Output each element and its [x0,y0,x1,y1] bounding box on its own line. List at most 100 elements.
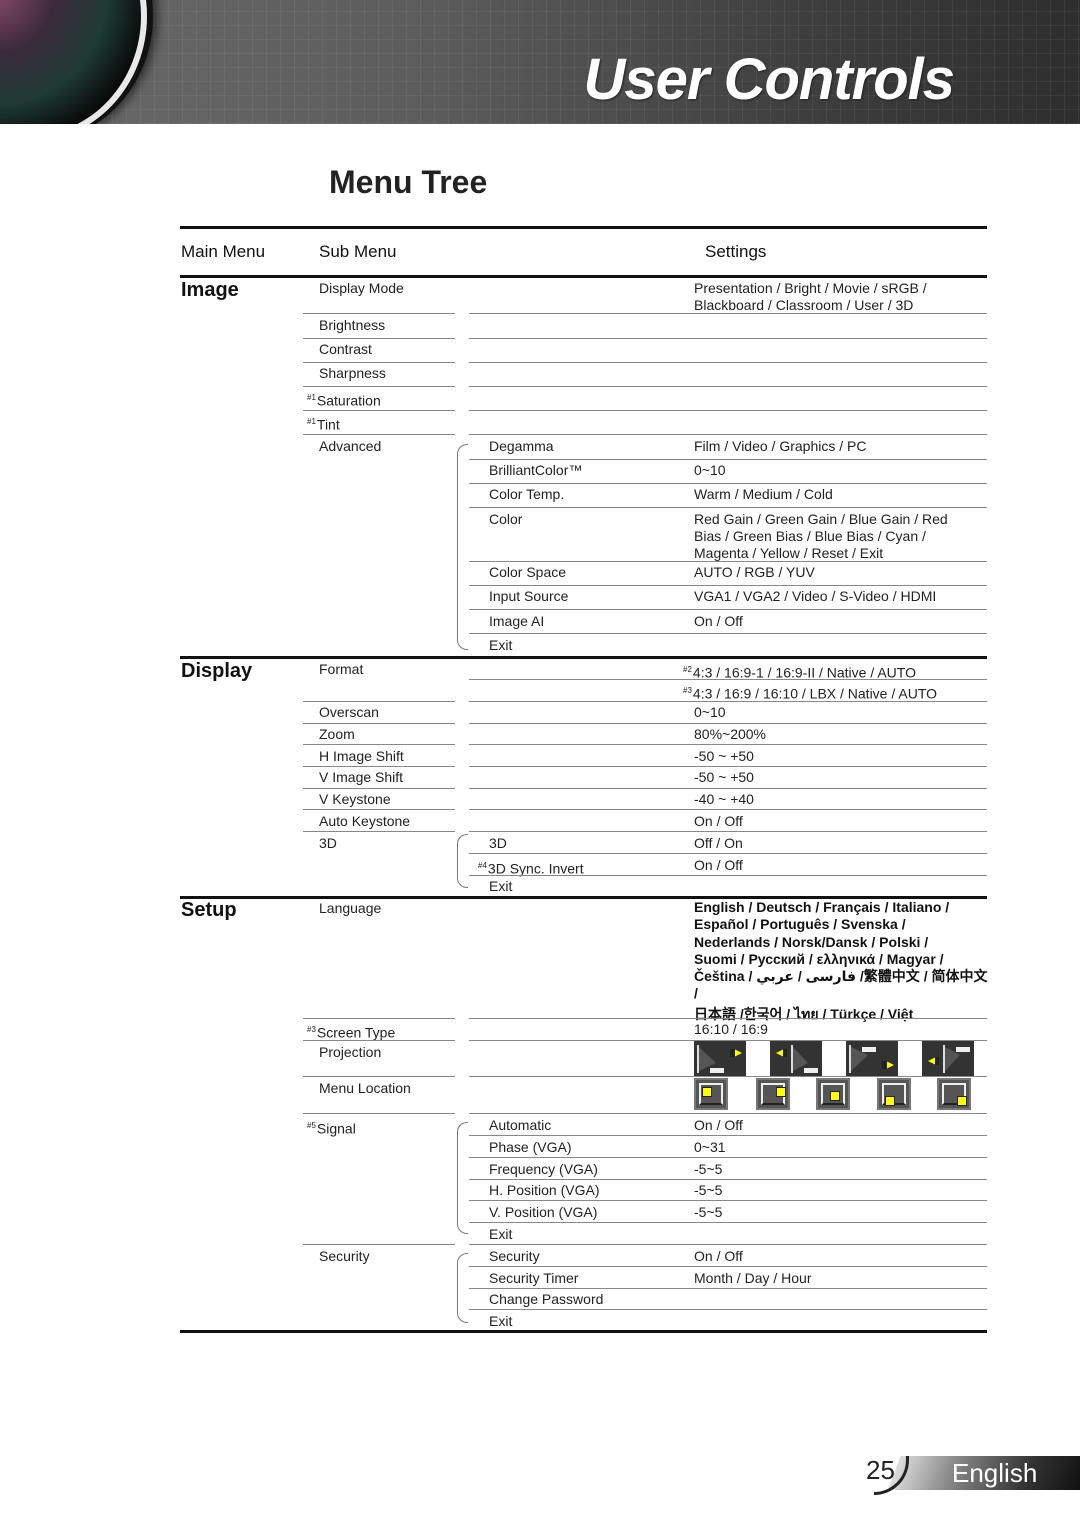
setting-3d-sync-invert: On / Off [694,857,743,873]
setting-security: On / Off [694,1248,743,1264]
row-divider [469,338,987,339]
submenu-signal: #5Signal [307,1117,356,1138]
footnote-marker: #5 [307,1121,316,1130]
setting-phase: 0~31 [694,1139,726,1155]
advanced-color-temp: Color Temp. [489,486,565,502]
projection-options [694,1041,974,1077]
submenu-overscan: Overscan [319,704,379,720]
submenu-contrast: Contrast [319,341,372,357]
rear-desktop-icon [770,1041,822,1077]
signal-h-position: H. Position (VGA) [489,1182,600,1198]
advanced-input-source: Input Source [489,588,569,604]
row-divider [303,362,455,363]
setting-format-2-value: 4:3 / 16:9 / 16:10 / LBX / Native / AUTO [692,685,938,702]
row-divider [469,766,987,767]
footnote-marker: #2 [683,665,692,674]
setting-display-mode-line2: Blackboard / Classroom / User / 3D [694,297,914,313]
front-desktop-icon [694,1041,746,1077]
setting-color-temp: Warm / Medium / Cold [694,486,833,502]
row-divider [303,410,455,411]
rear-ceiling-icon [922,1041,974,1077]
row-divider [469,1135,987,1136]
column-header-main-menu: Main Menu [181,242,266,261]
row-divider [469,1113,987,1114]
bottom-left-icon [877,1078,911,1110]
submenu-brightness: Brightness [319,317,386,333]
footnote-marker: #4 [478,861,487,870]
submenu-sharpness: Sharpness [319,365,386,381]
setting-automatic: On / Off [694,1117,743,1133]
advanced-exit: Exit [489,637,513,653]
row-divider [303,809,455,810]
submenu-screen-type: #3Screen Type [307,1021,395,1042]
signal-v-position: V. Position (VGA) [489,1204,598,1220]
setting-language-list: English / Deutsch / Français / Italiano … [694,899,994,1023]
row-divider [469,701,987,702]
footnote-marker: #3 [683,686,692,695]
row-divider [469,809,987,810]
row-divider [469,313,987,314]
security-bracket [457,1253,468,1323]
row-divider [469,386,987,387]
setting-v-keystone: -40 ~ +40 [694,791,754,807]
row-divider [469,1222,987,1223]
row-divider [469,434,987,435]
footnote-marker: #1 [307,417,316,426]
submenu-menu-location: Menu Location [319,1080,411,1096]
setting-frequency: -5~5 [694,1161,723,1177]
setting-auto-keystone: On / Off [694,813,743,829]
row-divider [469,1076,987,1077]
submenu-projection: Projection [319,1044,382,1060]
submenu-auto-keystone: Auto Keystone [319,813,411,829]
submenu-3d: 3D [319,835,337,851]
submenu-h-image-shift: H Image Shift [319,748,404,764]
column-header-sub-menu: Sub Menu [319,242,397,261]
advanced-image-ai: Image AI [489,613,545,629]
submenu-display-mode: Display Mode [319,280,404,296]
setting-display-mode-line1: Presentation / Bright / Movie / sRGB / [694,280,927,296]
advanced-brilliantcolor: BrilliantColor™ [489,462,583,478]
language-line: Suomi / Русский / ελληνικά / Magyar / [694,950,944,967]
menu-position-marker [885,1096,895,1106]
submenu-format: Format [319,661,364,677]
submenu-v-keystone: V Keystone [319,791,391,807]
top-right-icon [756,1078,790,1110]
row-divider [303,338,455,339]
row-divider [303,701,455,702]
row-divider [469,1157,987,1158]
signal-exit: Exit [489,1226,513,1242]
advanced-color-space: Color Space [489,564,567,580]
3d-bracket [457,834,468,888]
advanced-color: Color [489,511,523,527]
row-divider [469,585,987,586]
setting-v-image-shift: -50 ~ +50 [694,769,754,785]
setting-h-image-shift: -50 ~ +50 [694,748,754,764]
menu-position-marker [776,1087,786,1097]
setting-degamma: Film / Video / Graphics / PC [694,438,867,454]
table-bottom-rule [180,1330,987,1333]
signal-bracket [457,1122,468,1234]
row-divider [303,766,455,767]
page-header-banner: User Controls [0,0,1080,124]
language-line: Español / Português / Svenska / [694,916,906,933]
setting-zoom: 80%~200% [694,726,767,742]
row-divider [303,744,455,745]
front-ceiling-icon [846,1041,898,1077]
footnote-marker: #3 [307,1025,316,1034]
setting-format-2: #34:3 / 16:9 / 16:10 / LBX / Native / AU… [683,682,937,703]
advanced-bracket [457,444,468,650]
row-divider [303,1113,455,1114]
setting-screen-type: 16:10 / 16:9 [694,1021,768,1037]
row-divider [469,1200,987,1201]
main-menu-display: Display [181,660,253,682]
setting-color-line2: Bias / Green Bias / Blue Bias / Cyan / [694,528,926,544]
row-divider [469,483,987,484]
row-divider [469,1244,987,1245]
setting-color-line3: Magenta / Yellow / Reset / Exit [694,545,884,561]
signal-phase: Phase (VGA) [489,1139,572,1155]
column-header-settings: Settings [705,242,767,261]
setting-image-ai: On / Off [694,613,743,629]
row-divider [469,609,987,610]
submenu-saturation: #1Saturation [307,389,381,410]
security-item-change-password: Change Password [489,1291,604,1307]
